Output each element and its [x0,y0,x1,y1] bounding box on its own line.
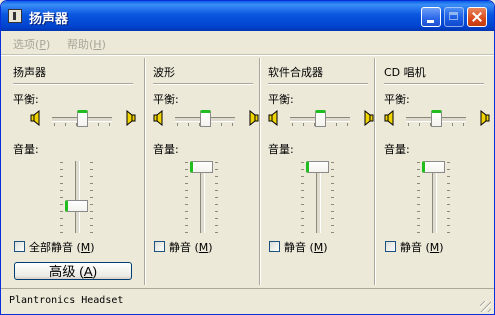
volume-ticks-left [417,162,421,233]
advanced-button[interactable]: 高级 (A) [14,262,132,280]
master-panel: 扬声器 平衡: 音量: 全部静音 (M) [13,58,136,285]
status-device-name: Plantronics Headset [9,295,124,306]
channel-title: 波形 [153,66,175,79]
volume-thumb[interactable] [65,200,88,212]
volume-thumb[interactable] [306,161,329,173]
speaker-right-icon [480,110,490,126]
channel-balance-label: 平衡: [384,93,410,106]
volume-thumb[interactable] [422,161,445,173]
channel-panel-wave: 波形 平衡: 音量: 静音 (M) [153,58,259,285]
panel-separator [259,58,261,285]
speaker-left-icon [384,110,394,126]
menu-options[interactable]: 选项(P) [13,36,50,52]
mute-all-checkbox[interactable] [14,241,25,252]
panel-title-divider [268,83,368,85]
mute-checkbox[interactable] [385,241,396,252]
speaker-left-icon [268,110,278,126]
master-balance-slider[interactable] [30,109,136,127]
speaker-left-icon [153,110,163,126]
channel-volume-label: 音量: [268,143,294,156]
volume-ticks-right [331,162,335,233]
master-volume-label: 音量: [13,143,39,156]
menu-divider [1,54,494,56]
channel-volume-label: 音量: [384,143,410,156]
menu-help[interactable]: 帮助(H) [67,36,106,52]
volume-thumb[interactable] [190,161,213,173]
channel-balance-label: 平衡: [153,93,179,106]
menu-bar: 选项(P) 帮助(H) [1,32,494,54]
mute-label[interactable]: 静音 (M) [284,239,328,255]
balance-thumb[interactable] [315,110,326,127]
balance-thumb[interactable] [431,110,442,127]
channel-panel-cd: CD 唱机 平衡: 音量: 静音 (M) [384,58,490,285]
mute-checkbox[interactable] [154,241,165,252]
maximize-button [444,7,464,27]
channel-volume-slider[interactable] [417,161,451,233]
mute-all-label[interactable]: 全部静音 (M) [29,239,95,255]
volume-ticks-left [185,162,189,233]
volume-ticks-right [447,162,451,233]
mute-label[interactable]: 静音 (M) [169,239,213,255]
volume-ticks-left [60,162,64,233]
close-button[interactable] [467,7,487,27]
channel-volume-label: 音量: [153,143,179,156]
channel-balance-label: 平衡: [268,93,294,106]
balance-thumb[interactable] [77,110,88,127]
volume-track [75,161,80,233]
balance-thumb[interactable] [200,110,211,127]
channel-title: 软件合成器 [268,66,323,79]
channel-balance-slider[interactable] [268,109,374,127]
master-balance-label: 平衡: [13,93,39,106]
panel-separator [144,58,146,285]
volume-ticks-right [90,162,94,233]
window-title: 扬声器 [29,12,69,27]
channel-panel-synth: 软件合成器 平衡: 音量: 静音 (M) [268,58,374,285]
minimize-button[interactable] [421,7,441,27]
channel-volume-slider[interactable] [185,161,219,233]
mute-checkbox[interactable] [269,241,280,252]
title-bar[interactable]: 扬声器 [1,1,494,31]
panel-title-divider [153,83,253,85]
panel-separator [374,58,376,285]
volume-ticks-right [215,162,219,233]
resize-grip[interactable] [480,301,491,312]
master-volume-slider[interactable] [60,161,94,233]
speaker-left-icon [30,110,40,126]
status-bar: Plantronics Headset [1,288,494,314]
channel-volume-slider[interactable] [301,161,335,233]
channel-balance-slider[interactable] [153,109,259,127]
panel-title-divider [384,83,484,85]
speaker-right-icon [126,110,136,126]
master-title: 扬声器 [13,66,46,79]
panel-title-divider [13,83,133,85]
app-icon[interactable] [8,9,22,23]
volume-ticks-left [301,162,305,233]
speaker-right-icon [364,110,374,126]
speaker-right-icon [249,110,259,126]
mute-label[interactable]: 静音 (M) [400,239,444,255]
channel-title: CD 唱机 [384,66,426,79]
channel-balance-slider[interactable] [384,109,490,127]
mixer-window: 扬声器 选项(P) 帮助(H) 扬声器 平衡: 音量: 全部静音 (M) 高级 … [0,0,495,315]
